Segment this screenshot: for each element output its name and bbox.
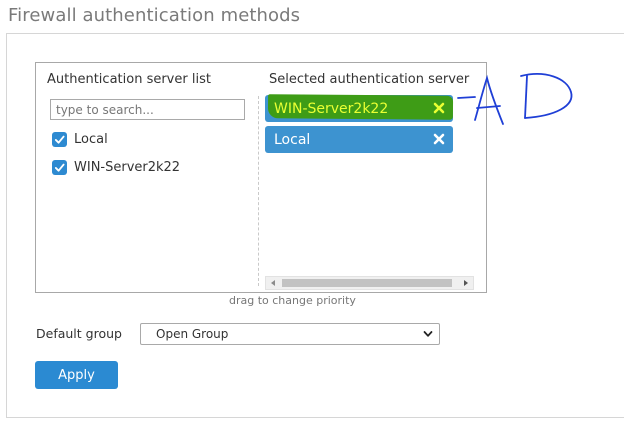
selected-server-label: Local [274,131,311,148]
server-list-item[interactable]: WIN-Server2k22 [52,158,180,176]
apply-button[interactable]: Apply [35,361,118,389]
server-list-item[interactable]: Local [52,130,108,148]
server-list-item-label: WIN-Server2k22 [74,159,181,175]
horizontal-scrollbar[interactable] [265,276,474,290]
chevron-down-icon [423,331,433,337]
checkbox-checked[interactable] [52,159,67,175]
scrollbar-thumb[interactable] [282,279,452,287]
server-list-item-label: Local [74,131,108,147]
close-icon[interactable] [433,133,445,145]
default-group-value: Open Group [156,327,229,341]
close-icon[interactable] [433,102,445,114]
page-title: Firewall authentication methods [8,5,301,26]
server-search-input[interactable] [50,99,245,120]
selected-servers-header: Selected authentication server [269,72,470,87]
drag-hint: drag to change priority [229,294,356,307]
selected-server-item[interactable]: WIN-Server2k22 [265,94,454,122]
checkbox-checked[interactable] [52,131,67,147]
selected-server-label: WIN-Server2k22 [274,100,389,117]
handwritten-annotation [457,73,573,125]
scroll-right-icon[interactable] [464,280,468,286]
selected-server-item[interactable]: Local [265,126,453,153]
checkmark-icon [54,163,65,172]
column-divider [258,96,259,286]
server-list-header: Authentication server list [47,72,211,87]
scroll-left-icon[interactable] [271,280,275,286]
default-group-label: Default group [36,326,122,341]
default-group-select[interactable]: Open Group [140,323,440,345]
checkmark-icon [54,135,65,144]
